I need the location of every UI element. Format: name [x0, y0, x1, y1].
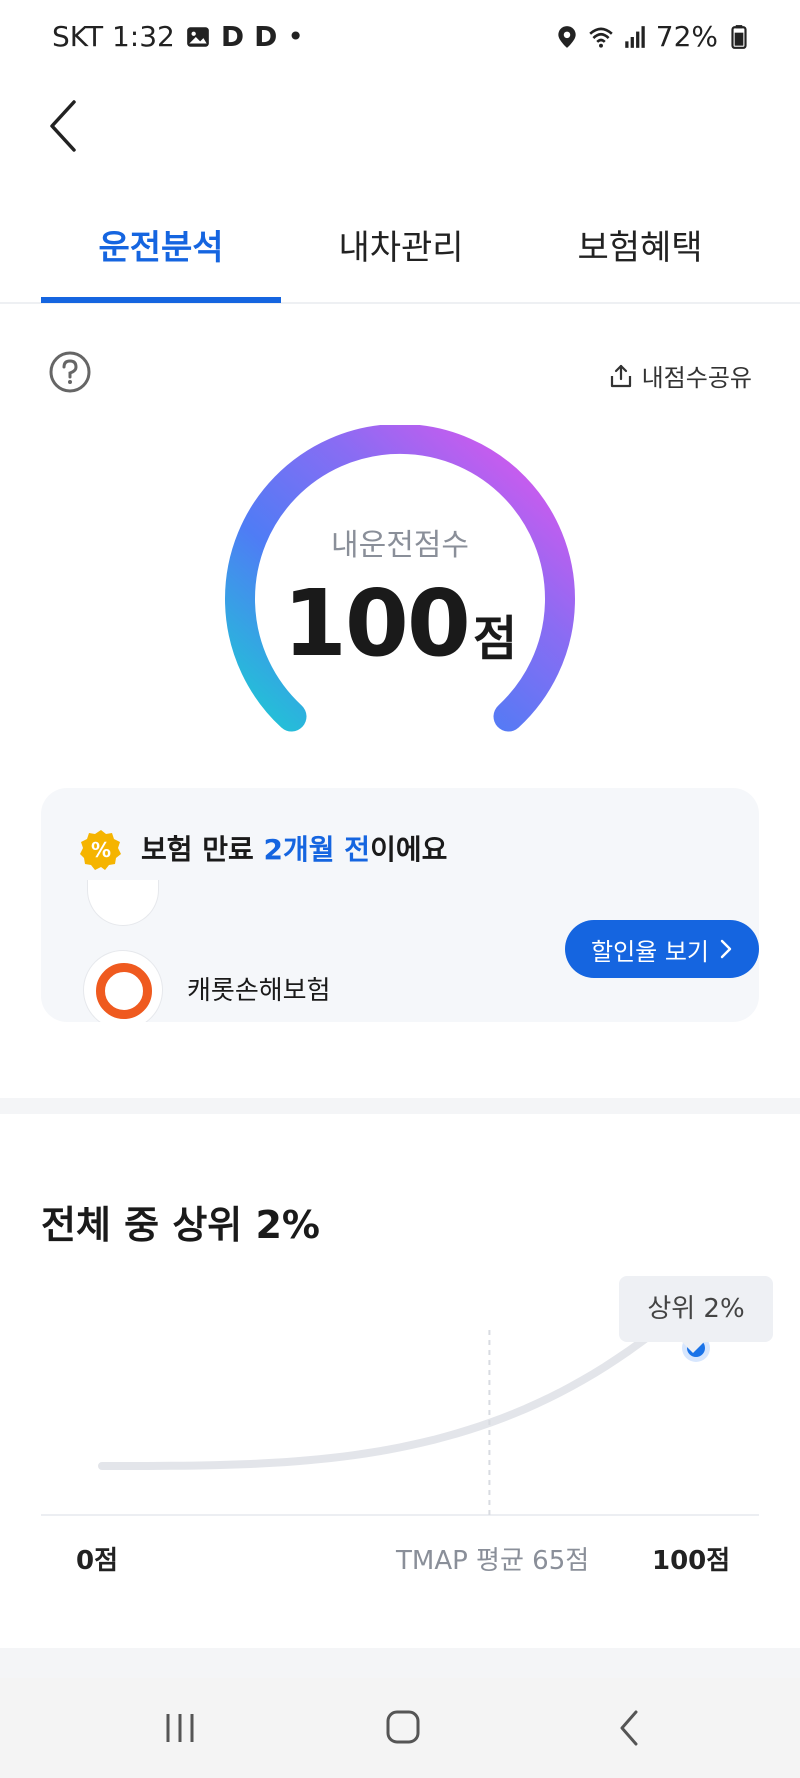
back-icon[interactable]: [40, 96, 100, 156]
chevron-right-icon: [720, 939, 732, 959]
promo-title-highlight: 2개월 전: [263, 833, 371, 866]
axis-average-label: TMAP 평균 65점: [396, 1546, 590, 1576]
axis-start-label: 0점: [76, 1546, 119, 1576]
help-icon[interactable]: [48, 350, 92, 394]
battery-percent: 72%: [655, 20, 718, 53]
carrot-insurance-logo: [83, 950, 163, 1022]
recent-apps-icon[interactable]: [150, 1700, 210, 1756]
status-right: 72%: [554, 20, 752, 53]
wifi-icon: [589, 27, 613, 48]
tab-indicator: [41, 297, 281, 303]
notification-dot: •: [287, 20, 304, 53]
insurance-promo-card[interactable]: % 보험 만료 2개월 전이에요 캐롯손해보험 할인율 보기: [41, 788, 759, 1022]
navigation-bar: [0, 1678, 800, 1778]
signal-icon: [625, 25, 645, 48]
app-d-icon: D: [220, 20, 245, 53]
status-left: SKT 1:32 D D •: [52, 20, 304, 53]
tab-car-management[interactable]: 내차관리: [281, 220, 521, 269]
promo-title-post: 이에요: [370, 833, 448, 866]
home-icon[interactable]: [373, 1700, 433, 1756]
status-time: SKT 1:32: [52, 20, 175, 53]
rank-title: 전체 중 상위 2%: [41, 1203, 321, 1247]
score-value: 100: [282, 570, 471, 677]
promo-title: 보험 만료 2개월 전이에요: [141, 828, 447, 868]
gauge-score: 100점: [0, 570, 800, 677]
location-icon: [558, 25, 576, 48]
promo-title-pre: 보험 만료: [141, 833, 264, 866]
status-bar: SKT 1:32 D D • 72%: [0, 0, 800, 80]
score-unit: 점: [472, 611, 518, 667]
insurer-name: 캐롯손해보험: [187, 976, 331, 1006]
nav-back-icon[interactable]: [600, 1700, 660, 1756]
insurer-logo: [87, 880, 159, 926]
percent-badge-icon: %: [80, 830, 121, 870]
distribution-curve: [98, 1311, 700, 1470]
gallery-icon: [187, 26, 209, 47]
view-discount-label: 할인율 보기: [590, 937, 710, 966]
section-divider: [0, 1098, 800, 1114]
view-discount-button[interactable]: 할인율 보기: [565, 920, 759, 978]
tooltip-arrow: [680, 1340, 706, 1353]
app-d-icon: D: [254, 20, 278, 53]
bottom-divider: [0, 1648, 800, 1678]
tab-bar: 운전분석 내차관리 보험혜택: [0, 200, 800, 304]
tab-driving-analysis[interactable]: 운전분석: [41, 220, 281, 269]
axis-end-label: 100점: [652, 1546, 731, 1576]
share-score-label: 내점수공유: [641, 364, 752, 392]
battery-icon: [731, 24, 747, 49]
share-score-button[interactable]: 내점수공유: [608, 358, 752, 393]
percent-badge-text: %: [91, 838, 111, 862]
share-icon: [610, 364, 631, 387]
rank-tooltip: 상위 2%: [619, 1276, 773, 1342]
gauge-label: 내운전점수: [331, 528, 469, 563]
tab-insurance-benefits[interactable]: 보험혜택: [520, 220, 760, 269]
